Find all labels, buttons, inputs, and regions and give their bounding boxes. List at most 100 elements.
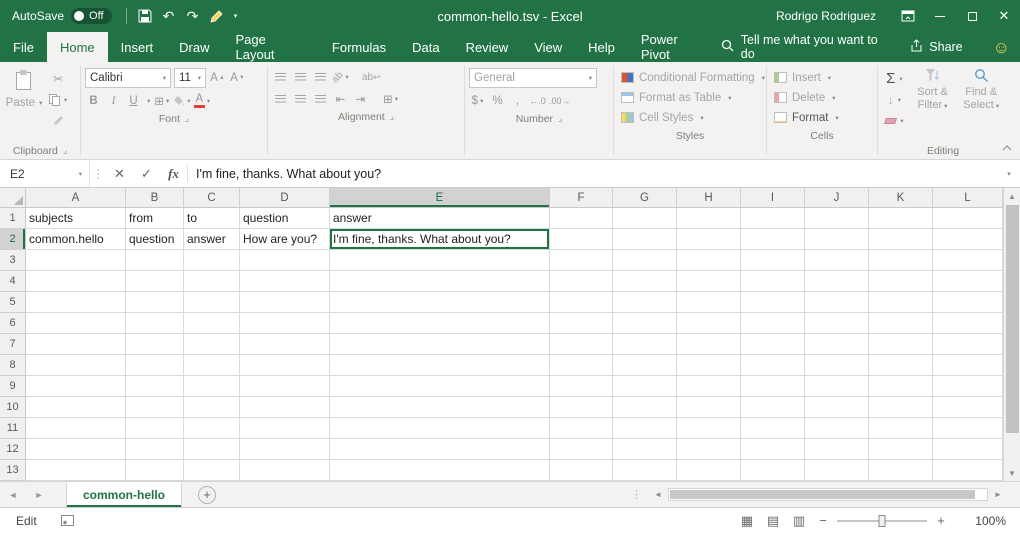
percent-format-icon[interactable]: % [489, 92, 506, 110]
cell-A9[interactable] [26, 376, 126, 397]
cell-styles-button[interactable]: Cell Styles▾ [618, 108, 762, 127]
row-header-4[interactable]: 4 [0, 271, 26, 292]
cell-B6[interactable] [126, 313, 184, 334]
conditional-formatting-button[interactable]: Conditional Formatting▾ [618, 68, 762, 87]
zoom-slider[interactable] [837, 520, 927, 522]
cell-L4[interactable] [933, 271, 1003, 292]
cell-B3[interactable] [126, 250, 184, 271]
cell-E2[interactable]: I'm fine, thanks. What about you? [330, 229, 550, 250]
ribbon-display-options-icon[interactable] [892, 0, 924, 32]
cell-E13[interactable] [330, 460, 550, 481]
cell-L12[interactable] [933, 439, 1003, 460]
vertical-scrollbar[interactable]: ▲ ▼ [1003, 188, 1020, 481]
cell-B10[interactable] [126, 397, 184, 418]
cell-J11[interactable] [805, 418, 869, 439]
cell-L7[interactable] [933, 334, 1003, 355]
tab-file[interactable]: File [0, 32, 47, 62]
tell-me-search[interactable]: Tell me what you want to do [721, 33, 885, 61]
cell-I6[interactable] [741, 313, 805, 334]
cell-F3[interactable] [550, 250, 613, 271]
cell-C3[interactable] [184, 250, 240, 271]
cell-A5[interactable] [26, 292, 126, 313]
sheet-tab-common-hello[interactable]: common-hello [66, 482, 182, 507]
cell-L13[interactable] [933, 460, 1003, 481]
cell-J7[interactable] [805, 334, 869, 355]
number-dialog-launcher[interactable]: ⌟ [558, 113, 562, 124]
format-painter-ribbon-icon[interactable] [47, 111, 69, 130]
cell-B13[interactable] [126, 460, 184, 481]
cell-L9[interactable] [933, 376, 1003, 397]
cell-L6[interactable] [933, 313, 1003, 334]
cell-E3[interactable] [330, 250, 550, 271]
cell-K8[interactable] [869, 355, 933, 376]
scroll-up-icon[interactable]: ▲ [1004, 188, 1020, 204]
cell-H13[interactable] [677, 460, 741, 481]
tab-formulas[interactable]: Formulas [319, 32, 399, 62]
column-header-B[interactable]: B [126, 188, 184, 208]
autosave-toggle[interactable]: AutoSave Off [12, 8, 112, 24]
cell-A10[interactable] [26, 397, 126, 418]
cell-D11[interactable] [240, 418, 330, 439]
wrap-text-icon[interactable]: ab↩ [362, 68, 381, 86]
format-as-table-button[interactable]: Format as Table▾ [618, 88, 762, 107]
normal-view-icon[interactable]: ▦ [734, 510, 760, 532]
cell-C4[interactable] [184, 271, 240, 292]
fill-button[interactable]: ↓▾ [882, 90, 907, 109]
borders-icon[interactable]: ⊞▾ [153, 92, 170, 110]
cell-B1[interactable]: from [126, 208, 184, 229]
cell-D3[interactable] [240, 250, 330, 271]
cell-G11[interactable] [613, 418, 677, 439]
cell-I3[interactable] [741, 250, 805, 271]
cell-J9[interactable] [805, 376, 869, 397]
cell-G6[interactable] [613, 313, 677, 334]
cell-B9[interactable] [126, 376, 184, 397]
name-box-dropdown-icon[interactable]: ▾ [79, 170, 82, 178]
tab-home[interactable]: Home [47, 32, 108, 62]
cell-L1[interactable] [933, 208, 1003, 229]
clipboard-dialog-launcher[interactable]: ⌟ [63, 145, 67, 156]
cell-B8[interactable] [126, 355, 184, 376]
cell-D5[interactable] [240, 292, 330, 313]
cell-H5[interactable] [677, 292, 741, 313]
cancel-entry-button[interactable]: ✕ [106, 160, 133, 187]
cell-G8[interactable] [613, 355, 677, 376]
cell-A6[interactable] [26, 313, 126, 334]
cell-I7[interactable] [741, 334, 805, 355]
cell-F7[interactable] [550, 334, 613, 355]
find-select-button[interactable]: Find & Select▾ [958, 65, 1004, 142]
align-top-icon[interactable] [272, 68, 289, 86]
column-header-G[interactable]: G [613, 188, 677, 208]
formula-input[interactable]: I'm fine, thanks. What about you? [188, 160, 998, 187]
feedback-smiley-icon[interactable]: ☺ [993, 39, 1010, 56]
cell-H8[interactable] [677, 355, 741, 376]
cell-A4[interactable] [26, 271, 126, 292]
currency-format-icon[interactable]: $▾ [469, 92, 486, 110]
cell-A7[interactable] [26, 334, 126, 355]
sort-filter-button[interactable]: Sort & Filter▾ [910, 65, 956, 142]
cell-C7[interactable] [184, 334, 240, 355]
cell-K10[interactable] [869, 397, 933, 418]
scroll-down-icon[interactable]: ▼ [1004, 465, 1020, 481]
cell-F2[interactable] [550, 229, 613, 250]
cell-C11[interactable] [184, 418, 240, 439]
cell-A1[interactable]: subjects [26, 208, 126, 229]
cell-A3[interactable] [26, 250, 126, 271]
cell-I9[interactable] [741, 376, 805, 397]
column-header-H[interactable]: H [677, 188, 741, 208]
zoom-slider-thumb[interactable] [879, 515, 886, 527]
tab-power-pivot[interactable]: Power Pivot [628, 32, 721, 62]
user-account[interactable]: Rodrigo Rodriguez [776, 9, 876, 23]
cell-H12[interactable] [677, 439, 741, 460]
tab-data[interactable]: Data [399, 32, 452, 62]
tab-help[interactable]: Help [575, 32, 628, 62]
insert-cells-button[interactable]: Insert▾ [771, 68, 873, 87]
align-bottom-icon[interactable] [312, 68, 329, 86]
cell-D8[interactable] [240, 355, 330, 376]
cell-K13[interactable] [869, 460, 933, 481]
share-button[interactable]: Share [910, 39, 962, 55]
cell-E9[interactable] [330, 376, 550, 397]
zoom-level[interactable]: 100% [952, 514, 1006, 528]
redo-icon[interactable]: ↷ [181, 4, 205, 28]
decrease-decimal-icon[interactable]: .00→ [549, 92, 571, 110]
fill-color-icon[interactable]: ▾ [173, 92, 190, 110]
